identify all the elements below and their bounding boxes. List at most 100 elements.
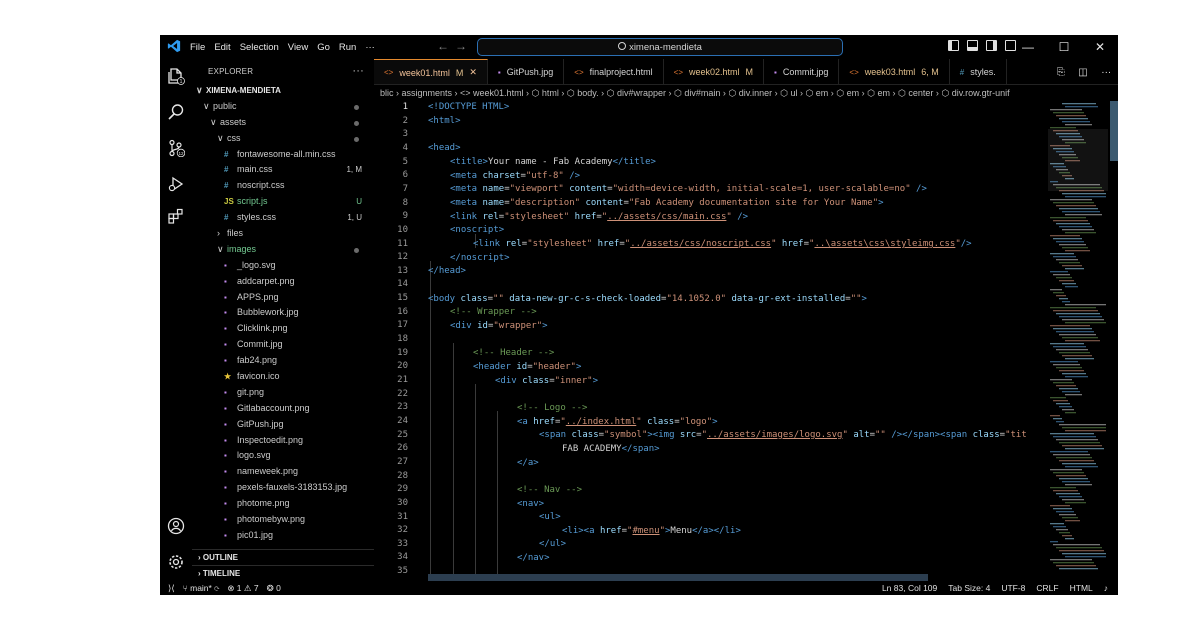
outline-section[interactable]: › OUTLINE (192, 549, 374, 565)
back-arrow-icon[interactable]: ← (437, 39, 455, 53)
cursor-position[interactable]: Ln 83, Col 109 (882, 583, 937, 593)
tree-file[interactable]: JS script.js U (192, 194, 374, 210)
tree-file[interactable]: # styles.css 1, U (192, 210, 374, 226)
remote-icon[interactable]: ⟩⟨ (168, 583, 175, 594)
minimap-line (1050, 397, 1066, 399)
settings-gear-icon[interactable] (167, 553, 185, 571)
tree-file[interactable]: # noscript.css (192, 178, 374, 194)
minimap-line (1053, 274, 1070, 276)
tree-file[interactable]: ▪ Inspectoedit.png (192, 433, 374, 449)
tree-file[interactable]: ▪ Commit.jpg (192, 337, 374, 353)
minimize-button[interactable]: — (1010, 35, 1046, 59)
language-mode[interactable]: HTML (1070, 583, 1093, 593)
minimap-line (1050, 343, 1084, 345)
tree-file[interactable]: ▪ photome.png (192, 496, 374, 512)
menu-view[interactable]: View (288, 42, 308, 53)
code-link[interactable]: ../index.html (566, 417, 636, 427)
open-changes-icon[interactable]: ⎘ (1057, 67, 1065, 78)
code-link[interactable]: ../assets/css/noscript.css (630, 239, 771, 249)
line-number: 14 (397, 279, 408, 290)
tree-file[interactable]: ▪ git.png (192, 385, 374, 401)
tree-folder[interactable]: ∨ assets (192, 115, 374, 131)
branch-indicator[interactable]: ⑂ main* ⟳ (183, 583, 220, 594)
code-link[interactable]: ../assets/images/logo.svg (707, 430, 842, 440)
command-center-search[interactable]: ximena-mendieta (477, 38, 843, 56)
tree-folder[interactable]: ∨ css (192, 131, 374, 147)
tree-file[interactable]: ▪ nameweek.png (192, 464, 374, 480)
notifications-bell-icon[interactable]: ♪ (1104, 583, 1108, 593)
vertical-scrollbar[interactable] (1110, 101, 1118, 161)
branch-name: main* (190, 582, 212, 593)
tree-file[interactable]: ▪ Clicklink.png (192, 321, 374, 337)
tab-size[interactable]: Tab Size: 4 (948, 583, 990, 593)
workspace-root[interactable]: ∨ XIMENA-MENDIETA (192, 83, 374, 99)
close-window-button[interactable]: ✕ (1082, 35, 1118, 59)
file-type-icon: ▪ (224, 403, 227, 413)
tree-file[interactable]: ▪ fab24.png (192, 353, 374, 369)
minimap-line (1059, 460, 1094, 462)
minimap[interactable] (1048, 101, 1108, 581)
tree-folder[interactable]: › files (192, 226, 374, 242)
tree-file[interactable]: # fontawesome-all.min.css (192, 147, 374, 163)
tree-file[interactable]: ▪ pic01.jpg (192, 528, 374, 544)
code-link[interactable]: ../assets/css/main.css (607, 212, 726, 222)
tree-file[interactable]: ▪ photomebyw.png (192, 512, 374, 528)
editor-tab[interactable]: <> week01.html M ✕ (374, 59, 488, 84)
toggle-sidebar-icon[interactable] (948, 40, 959, 51)
tree-file[interactable]: ▪ addcarpet.png (192, 274, 374, 290)
tree-file[interactable]: ▪ logo.svg (192, 448, 374, 464)
menu-go[interactable]: Go (317, 42, 330, 53)
editor-more-icon[interactable]: ··· (1101, 67, 1111, 78)
tree-file[interactable]: ▪ GitPush.jpg (192, 417, 374, 433)
tree-folder[interactable]: ∨ images (192, 242, 374, 258)
problems-indicator[interactable]: ⊗ 1 ⚠ 7 (227, 583, 258, 594)
indent-guide (453, 343, 454, 581)
editor-tab[interactable]: ▪ Commit.jpg (764, 59, 840, 84)
tree-file[interactable]: ★ favicon.ico (192, 369, 374, 385)
line-ending[interactable]: CRLF (1036, 583, 1058, 593)
split-editor-icon[interactable]: ◫ (1078, 67, 1087, 78)
editor-tab[interactable]: # styles. (950, 59, 1007, 84)
run-debug-icon[interactable] (167, 175, 185, 193)
account-icon[interactable] (167, 517, 185, 535)
source-control-icon[interactable]: 12 (167, 139, 186, 158)
editor-tab[interactable]: <> week03.html 6, M (839, 59, 950, 84)
tree-file[interactable]: ▪ Bubblework.jpg (192, 305, 374, 321)
menu-selection[interactable]: Selection (240, 42, 279, 53)
encoding[interactable]: UTF-8 (1001, 583, 1025, 593)
explorer-more-button[interactable]: ··· (352, 65, 364, 77)
toggle-panel-icon[interactable] (967, 40, 978, 51)
minimap-line (1065, 430, 1106, 432)
tree-file[interactable]: ▪ _logo.svg (192, 258, 374, 274)
code-link[interactable]: ..\assets\css\styleimg.css (814, 239, 955, 249)
tree-file[interactable]: ▪ pexels-fauxels-3183153.jpg (192, 480, 374, 496)
toggle-secondary-sidebar-icon[interactable] (986, 40, 997, 51)
tree-file[interactable]: ▪ APPS.png (192, 290, 374, 306)
tree-file[interactable]: ▪ Gitlabaccount.png (192, 401, 374, 417)
tree-file[interactable]: # main.css 1, M (192, 162, 374, 178)
timeline-section[interactable]: › TIMELINE (192, 565, 374, 581)
editor-tab[interactable]: <> week02.html M (664, 59, 765, 84)
menu-file[interactable]: File (190, 42, 205, 53)
menu-run[interactable]: Run (339, 42, 356, 53)
editor-tab[interactable]: ▪ GitPush.jpg (488, 59, 565, 84)
search-activity-icon[interactable] (167, 103, 185, 121)
maximize-button[interactable]: ☐ (1046, 35, 1082, 59)
line-number: 27 (397, 456, 408, 467)
breadcrumb[interactable]: blic › assignments › <> week01.html › ⬡ … (374, 85, 1118, 101)
forward-arrow-icon[interactable]: → (455, 39, 473, 53)
extensions-icon[interactable] (167, 207, 185, 225)
code-link[interactable]: #menu (632, 526, 659, 536)
explorer-icon[interactable]: 1 (167, 67, 185, 85)
editor-tab[interactable]: <> finalproject.html (564, 59, 664, 84)
minimap-line (1065, 376, 1088, 378)
tree-folder[interactable]: ∨ public (192, 99, 374, 115)
line-number: 2 (402, 115, 408, 126)
minimap-line (1059, 208, 1098, 210)
menu-more[interactable]: ··· (365, 42, 375, 53)
close-tab-icon[interactable]: ✕ (469, 67, 477, 78)
menu-edit[interactable]: Edit (214, 42, 230, 53)
ports-indicator[interactable]: ❂ 0 (267, 583, 281, 594)
horizontal-scrollbar[interactable] (428, 574, 928, 581)
code-editor[interactable]: 1 2 3 4 5 6 7 8 9 10 11 12 13 14 15 16 17 18 19 20 21 22 23 24 2… (374, 101, 1118, 581)
